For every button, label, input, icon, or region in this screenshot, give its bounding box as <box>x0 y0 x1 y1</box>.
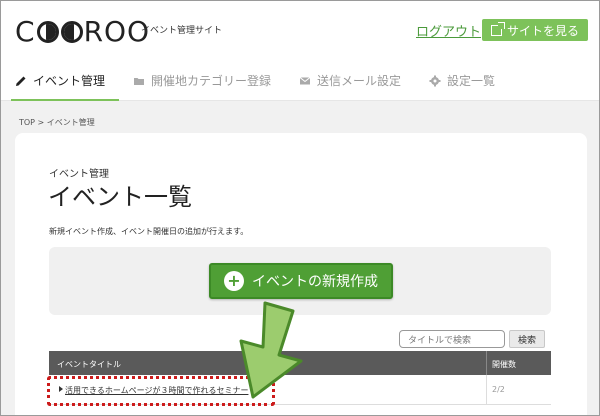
site-subtitle: イベント管理サイト <box>141 26 223 36</box>
app-window: C ROO イベント管理サイト ログアウト サイトを見る イベント管理 開催地カ… <box>0 0 600 416</box>
search-placeholder: タイトルで検索 <box>408 335 472 346</box>
external-link-icon <box>490 21 505 36</box>
plus-icon: + <box>224 271 244 291</box>
create-event-button[interactable]: + イベントの新規作成 <box>209 263 393 299</box>
create-event-label: イベントの新規作成 <box>252 274 378 290</box>
nav-item-label: 設定一覧 <box>447 74 496 88</box>
column-divider <box>486 375 487 405</box>
search-button[interactable]: 検索 <box>509 330 545 348</box>
mail-icon <box>299 75 311 87</box>
folder-icon <box>133 75 145 87</box>
logo-o-icon <box>60 20 83 43</box>
logout-link[interactable]: ログアウト <box>416 21 481 40</box>
breadcrumb: TOP > イベント管理 <box>19 118 95 127</box>
logo-o-icon <box>36 20 59 43</box>
nav-item-event-management[interactable]: イベント管理 <box>1 61 120 102</box>
nav-item-label: イベント管理 <box>33 74 106 88</box>
nav-item-label: 送信メール設定 <box>317 74 402 88</box>
nav-item-settings-list[interactable]: 設定一覧 <box>415 61 509 101</box>
event-count: 2/2 <box>492 385 505 394</box>
column-divider <box>486 351 487 375</box>
column-header-count: 開催数 <box>492 360 516 369</box>
column-header-title: イベントタイトル <box>57 360 121 369</box>
nav-item-label: 開催地カテゴリー登録 <box>151 74 272 88</box>
page-title: イベント一覧 <box>48 183 192 211</box>
view-site-label: サイトを見る <box>506 23 579 38</box>
pencil-icon <box>15 75 27 87</box>
header: C ROO イベント管理サイト ログアウト サイトを見る イベント管理 開催地カ… <box>1 1 599 102</box>
logo[interactable]: C ROO <box>15 15 150 48</box>
logo-text-left: C <box>15 15 36 48</box>
page-description: 新規イベント作成、イベント開催日の追加が行えます。 <box>49 227 249 236</box>
gear-icon <box>429 75 441 87</box>
title-search-input[interactable]: タイトルで検索 <box>399 330 505 348</box>
nav-item-mail-settings[interactable]: 送信メール設定 <box>285 61 415 101</box>
arrow-annotation-icon <box>239 301 303 399</box>
main-nav: イベント管理 開催地カテゴリー登録 送信メール設定 設定一覧 <box>1 61 599 102</box>
view-site-button[interactable]: サイトを見る <box>482 19 588 41</box>
nav-item-venue-category[interactable]: 開催地カテゴリー登録 <box>119 61 285 101</box>
